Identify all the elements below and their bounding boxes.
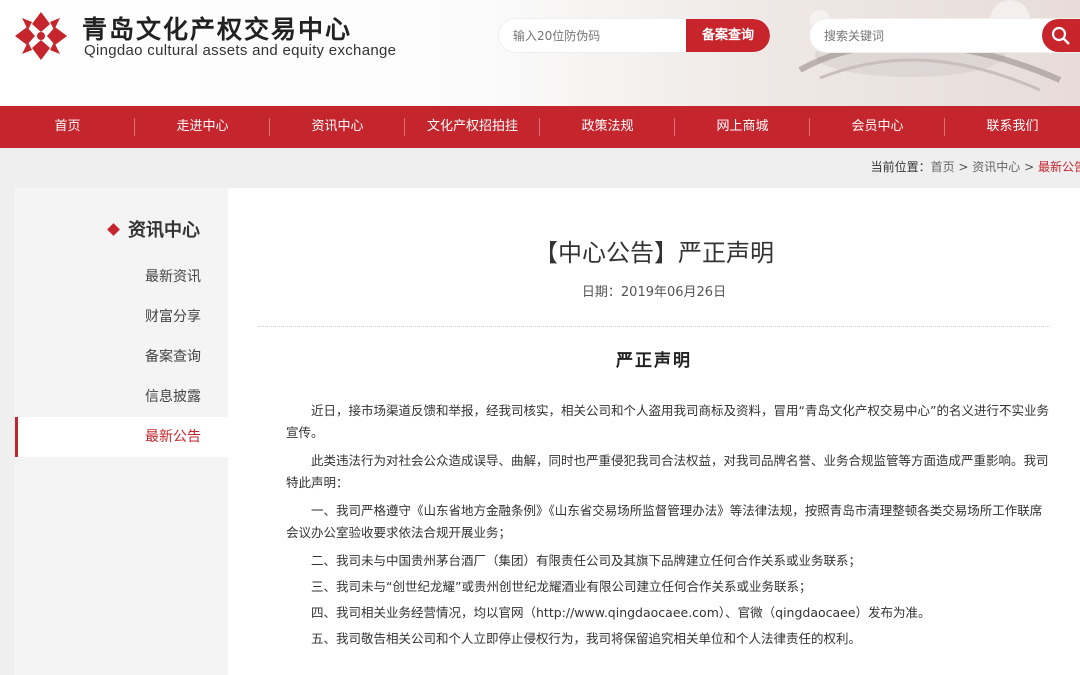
article-paragraph: 一、我司严格遵守《山东省地方金融条例》《山东省交易场所监督管理办法》等法律法规，…: [286, 503, 1043, 540]
article-body: 近日，接市场渠道反馈和举报，经我司核实，相关公司和个人盗用我司商标及资料，冒用“…: [286, 400, 1052, 654]
nav-item-home[interactable]: 首页: [0, 106, 135, 148]
search-button[interactable]: [1042, 19, 1080, 52]
logo-icon[interactable]: [12, 10, 70, 62]
main-nav: 首页 走进中心 资讯中心 文化产权招拍挂 政策法规 网上商城 会员中心 联系我们: [0, 106, 1080, 148]
nav-item-member[interactable]: 会员中心: [810, 106, 945, 148]
breadcrumb-news[interactable]: 资讯中心: [972, 160, 1020, 174]
article-paragraph: 三、我司未与“创世纪龙耀”或贵州创世纪龙耀酒业有限公司建立任何合作关系或业务联系…: [311, 579, 812, 594]
article-paragraph: 此类违法行为对社会公众造成误导、曲解，同时也严重侵犯我司合法权益，对我司品牌名誉…: [286, 453, 1049, 490]
code-search-box: 备案查询: [499, 19, 770, 52]
sidebar-item-disclosure[interactable]: 信息披露: [15, 377, 228, 417]
article-title: 【中心公告】严正声明: [534, 239, 774, 267]
search-icon: [1051, 26, 1070, 45]
article-paragraph: 近日，接市场渠道反馈和举报，经我司核实，相关公司和个人盗用我司商标及资料，冒用“…: [286, 403, 1049, 440]
nav-item-shop[interactable]: 网上商城: [675, 106, 810, 148]
breadcrumb: 当前位置：首页 > 资讯中心 > 最新公告: [871, 158, 1080, 175]
nav-item-news[interactable]: 资讯中心: [270, 106, 405, 148]
sidebar-item-latest-notice[interactable]: 最新公告: [15, 417, 228, 457]
sidebar-title: 资讯中心: [15, 216, 228, 242]
sidebar: 资讯中心 最新资讯 财富分享 备案查询 信息披露 最新公告: [15, 188, 228, 675]
keyword-search-box: [810, 19, 1080, 52]
breadcrumb-separator: >: [1020, 160, 1038, 174]
nav-item-contact[interactable]: 联系我们: [945, 106, 1080, 148]
breadcrumb-separator: >: [954, 160, 973, 174]
article-paragraph: 四、我司相关业务经营情况，均以官网（http://www.qingdaocaee…: [311, 605, 931, 620]
diamond-icon: [107, 223, 120, 236]
divider: [258, 326, 1050, 327]
record-query-button[interactable]: 备案查询: [686, 19, 770, 52]
sidebar-item-wealth-share[interactable]: 财富分享: [15, 297, 228, 337]
sidebar-item-record-query[interactable]: 备案查询: [15, 337, 228, 377]
logo-chinese-name[interactable]: 青岛文化产权交易中心: [82, 10, 352, 46]
article-date: 日期：2019年06月26日: [581, 285, 727, 300]
breadcrumb-current: 最新公告: [1037, 160, 1080, 174]
keyword-search-input[interactable]: [824, 19, 1034, 52]
breadcrumb-home[interactable]: 首页: [931, 160, 955, 174]
article-panel: 【中心公告】严正声明 日期：2019年06月26日 严正声明 近日，接市场渠道反…: [228, 188, 1080, 675]
nav-item-policy[interactable]: 政策法规: [540, 106, 675, 148]
site-header: 青岛文化产权交易中心 Qingdao cultural assets and e…: [0, 0, 1080, 106]
article-paragraph: 二、我司未与中国贵州茅台酒厂（集团）有限责任公司及其旗下品牌建立任何合作关系或业…: [311, 553, 862, 568]
article-subtitle: 严正声明: [616, 351, 692, 371]
sidebar-title-text: 资讯中心: [128, 220, 200, 241]
breadcrumb-label: 当前位置：: [870, 160, 931, 174]
code-search-input[interactable]: [513, 19, 683, 52]
header-decoration-image: [798, 0, 1064, 92]
article-paragraph: 五、我司敬告相关公司和个人立即停止侵权行为，我司将保留追究相关单位和个人法律责任…: [311, 631, 862, 646]
nav-item-auction[interactable]: 文化产权招拍挂: [405, 106, 540, 148]
logo-english-name[interactable]: Qingdao cultural assets and equity excha…: [84, 42, 396, 59]
sidebar-item-latest-news[interactable]: 最新资讯: [15, 257, 228, 297]
nav-item-about[interactable]: 走进中心: [135, 106, 270, 148]
